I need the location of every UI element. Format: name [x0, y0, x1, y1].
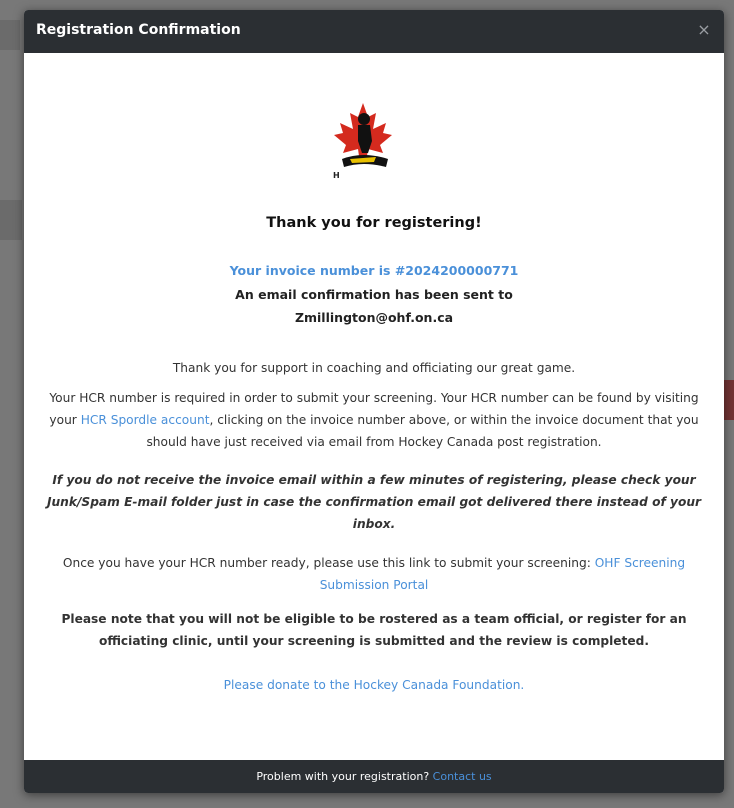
hcr-text-2: , clicking on the invoice number above, …	[146, 413, 699, 449]
hcr-spordle-link[interactable]: HCR Spordle account	[81, 413, 210, 427]
modal-body: H Thank you for registering! Your invoic…	[24, 53, 724, 760]
logo-letter: H	[333, 171, 340, 180]
hockey-logo: H	[328, 101, 398, 180]
contact-us-link[interactable]: Contact us	[433, 770, 492, 783]
registration-confirmation-modal: Registration Confirmation × H Thank you …	[24, 10, 724, 793]
support-text: Thank you for support in coaching and of…	[172, 361, 576, 375]
invoice-number-link[interactable]: Your invoice number is #2024200000771	[24, 263, 724, 278]
maple-leaf-hockey-icon	[334, 103, 392, 167]
donate-link[interactable]: Please donate to the Hockey Canada Found…	[38, 674, 710, 696]
email-address: Zmillington@ohf.on.ca	[294, 310, 454, 325]
hcr-instructions: Your HCR number is required in order to …	[38, 387, 710, 453]
spam-notice: If you do not receive the invoice email …	[46, 473, 702, 531]
modal-title: Registration Confirmation	[36, 22, 241, 38]
modal-header: Registration Confirmation ×	[24, 10, 724, 53]
eligibility-note: Please note that you will not be eligibl…	[61, 612, 687, 648]
screening-text: Once you have your HCR number ready, ple…	[62, 556, 595, 570]
footer-problem-text: Problem with your registration?	[256, 770, 433, 783]
email-confirmation-text: An email confirmation has been sent to	[235, 287, 513, 302]
close-button[interactable]: ×	[694, 20, 714, 40]
thank-you-heading: Thank you for registering!	[266, 215, 482, 231]
screening-instructions: Once you have your HCR number ready, ple…	[38, 552, 710, 596]
modal-footer: Problem with your registration? Contact …	[24, 760, 724, 793]
